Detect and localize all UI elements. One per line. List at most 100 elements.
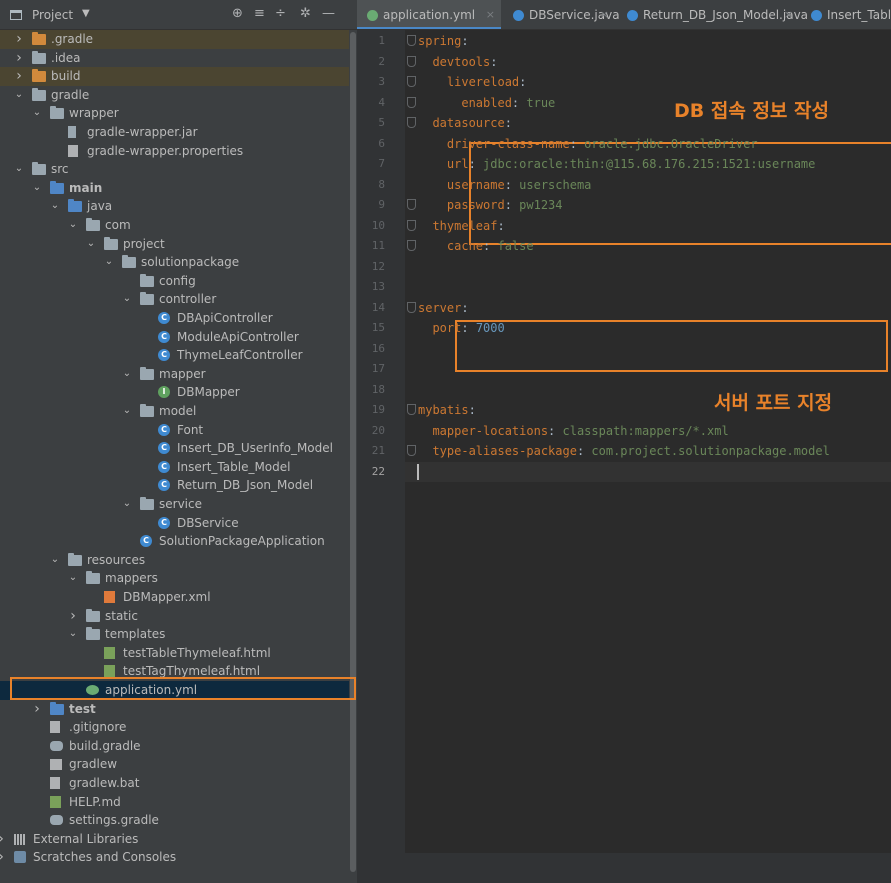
code-line[interactable]: password: pw1234 bbox=[418, 195, 563, 215]
chevron-down-icon[interactable]: ⌄ bbox=[14, 160, 24, 179]
chevron-down-icon[interactable]: ▼ bbox=[82, 8, 90, 19]
editor-tab[interactable]: application.yml × bbox=[357, 0, 501, 29]
chevron-down-icon[interactable]: ⌄ bbox=[50, 197, 60, 216]
chevron-down-icon[interactable]: ⌄ bbox=[86, 235, 96, 254]
tree-item[interactable]: C ThymeLeafController bbox=[0, 346, 357, 365]
tree-item[interactable]: › Scratches and Consoles bbox=[0, 848, 357, 867]
tree-item[interactable]: gradle-wrapper.properties bbox=[0, 142, 357, 161]
chevron-down-icon[interactable]: ⌄ bbox=[14, 86, 24, 105]
tree-item[interactable]: gradle-wrapper.jar bbox=[0, 123, 357, 142]
tree-item[interactable]: C Return_DB_Json_Model bbox=[0, 476, 357, 495]
chevron-down-icon[interactable]: ⌄ bbox=[32, 104, 42, 123]
code-line[interactable]: url: jdbc:oracle:thin:@115.68.176.215:15… bbox=[418, 154, 815, 174]
tree-item[interactable]: C SolutionPackageApplication bbox=[0, 532, 357, 551]
tree-item[interactable]: › build bbox=[0, 67, 357, 86]
tree-item[interactable]: testTableThymeleaf.html bbox=[0, 644, 357, 663]
hide-icon[interactable]: — bbox=[322, 6, 335, 21]
code-area[interactable]: DB 접속 정보 작성 서버 포트 지정 spring: devtools: l… bbox=[405, 30, 891, 853]
chevron-down-icon[interactable]: ⌄ bbox=[68, 569, 78, 588]
close-icon[interactable]: × bbox=[600, 0, 609, 29]
code-line[interactable]: port: 7000 bbox=[418, 318, 504, 338]
tree-item[interactable]: gradlew bbox=[0, 755, 357, 774]
editor-tab[interactable]: Insert_Tabl bbox=[801, 0, 891, 29]
tree-item[interactable]: ⌄ resources bbox=[0, 551, 357, 570]
chevron-down-icon[interactable]: ⌄ bbox=[122, 402, 132, 421]
tree-item[interactable]: ⌄ src bbox=[0, 160, 357, 179]
tree-item[interactable]: I DBMapper bbox=[0, 383, 357, 402]
editor-tab[interactable]: Return_DB_Json_Model.java × bbox=[617, 0, 808, 29]
tree-item[interactable]: HELP.md bbox=[0, 793, 357, 812]
editor-tab[interactable]: DBService.java × bbox=[503, 0, 620, 29]
tree-item[interactable]: ⌄ solutionpackage bbox=[0, 253, 357, 272]
code-line[interactable]: username: userschema bbox=[418, 175, 592, 195]
tree-item[interactable]: build.gradle bbox=[0, 737, 357, 756]
code-line[interactable]: devtools: bbox=[418, 52, 497, 72]
code-line[interactable]: livereload: bbox=[418, 72, 527, 92]
tree-item[interactable]: application.yml bbox=[0, 681, 357, 700]
chevron-down-icon[interactable]: ⌄ bbox=[122, 365, 132, 384]
close-icon[interactable]: × bbox=[784, 0, 793, 29]
chevron-down-icon[interactable]: ⌄ bbox=[50, 551, 60, 570]
tree-item[interactable]: .gitignore bbox=[0, 718, 357, 737]
tree-item[interactable]: ⌄ service bbox=[0, 495, 357, 514]
chevron-right-icon[interactable]: › bbox=[32, 700, 42, 719]
code-line[interactable]: mapper-locations: classpath:mappers/*.xm… bbox=[418, 421, 728, 441]
tree-item[interactable]: ⌄ com bbox=[0, 216, 357, 235]
close-icon[interactable]: × bbox=[486, 0, 495, 29]
gear-icon[interactable]: ✲ bbox=[300, 6, 311, 21]
tree-item[interactable]: settings.gradle bbox=[0, 811, 357, 830]
chevron-down-icon[interactable]: ⌄ bbox=[32, 179, 42, 198]
project-panel-title[interactable]: Project bbox=[32, 8, 73, 22]
code-line[interactable]: datasource: bbox=[418, 113, 512, 133]
chevron-right-icon[interactable]: › bbox=[68, 607, 78, 626]
tree-item[interactable]: C Font bbox=[0, 421, 357, 440]
tree-item[interactable]: C ModuleApiController bbox=[0, 328, 357, 347]
tree-item[interactable]: ⌄ mapper bbox=[0, 365, 357, 384]
chevron-down-icon[interactable]: ⌄ bbox=[68, 216, 78, 235]
tree-item[interactable]: DBMapper.xml bbox=[0, 588, 357, 607]
tree-item[interactable]: › static bbox=[0, 607, 357, 626]
code-line[interactable]: server: bbox=[418, 298, 469, 318]
chevron-right-icon[interactable]: › bbox=[0, 848, 6, 867]
chevron-down-icon[interactable]: ⌄ bbox=[122, 495, 132, 514]
chevron-right-icon[interactable]: › bbox=[14, 30, 24, 49]
code-line[interactable]: type-aliases-package: com.project.soluti… bbox=[418, 441, 829, 461]
tree-item[interactable]: ⌄ model bbox=[0, 402, 357, 421]
tree-item[interactable]: › test bbox=[0, 700, 357, 719]
locate-icon[interactable]: ⊕ bbox=[232, 6, 243, 21]
tree-item[interactable]: C Insert_DB_UserInfo_Model bbox=[0, 439, 357, 458]
chevron-down-icon[interactable]: ⌄ bbox=[122, 290, 132, 309]
chevron-right-icon[interactable]: › bbox=[14, 67, 24, 86]
tree-item[interactable]: › External Libraries bbox=[0, 830, 357, 849]
collapse-all-icon[interactable]: ÷ bbox=[275, 6, 286, 21]
tree-item[interactable]: › .idea bbox=[0, 49, 357, 68]
tree-item[interactable]: C Insert_Table_Model bbox=[0, 458, 357, 477]
code-line[interactable]: spring: bbox=[418, 31, 469, 51]
tree-item[interactable]: C DBApiController bbox=[0, 309, 357, 328]
tree-item[interactable]: testTagThymeleaf.html bbox=[0, 662, 357, 681]
tree-item[interactable]: ⌄ mappers bbox=[0, 569, 357, 588]
tree-item[interactable]: config bbox=[0, 272, 357, 291]
project-scroll-thumb[interactable] bbox=[350, 32, 356, 872]
chevron-right-icon[interactable]: › bbox=[14, 49, 24, 68]
chevron-down-icon[interactable]: ⌄ bbox=[104, 253, 114, 272]
chevron-down-icon[interactable]: ⌄ bbox=[68, 625, 78, 644]
tree-item[interactable]: ⌄ gradle bbox=[0, 86, 357, 105]
tree-item[interactable]: C DBService bbox=[0, 514, 357, 533]
code-line[interactable]: cache: false bbox=[418, 236, 534, 256]
code-line[interactable]: thymeleaf: bbox=[418, 216, 504, 236]
tree-item[interactable]: ⌄ wrapper bbox=[0, 104, 357, 123]
code-line[interactable]: mybatis: bbox=[418, 400, 476, 420]
tree-item[interactable]: ⌄ controller bbox=[0, 290, 357, 309]
tree-item[interactable]: › .gradle bbox=[0, 30, 357, 49]
tree-item[interactable]: ⌄ java bbox=[0, 197, 357, 216]
project-scrollbar[interactable] bbox=[349, 30, 357, 873]
expand-all-icon[interactable]: ≡ bbox=[254, 6, 265, 21]
tree-item[interactable]: ⌄ main bbox=[0, 179, 357, 198]
tree-item[interactable]: ⌄ project bbox=[0, 235, 357, 254]
chevron-right-icon[interactable]: › bbox=[0, 830, 6, 849]
code-line[interactable]: enabled: true bbox=[418, 93, 555, 113]
tree-item[interactable]: gradlew.bat bbox=[0, 774, 357, 793]
code-line[interactable]: driver-class-name: oracle.jdbc.OracleDri… bbox=[418, 134, 758, 154]
tree-item[interactable]: ⌄ templates bbox=[0, 625, 357, 644]
